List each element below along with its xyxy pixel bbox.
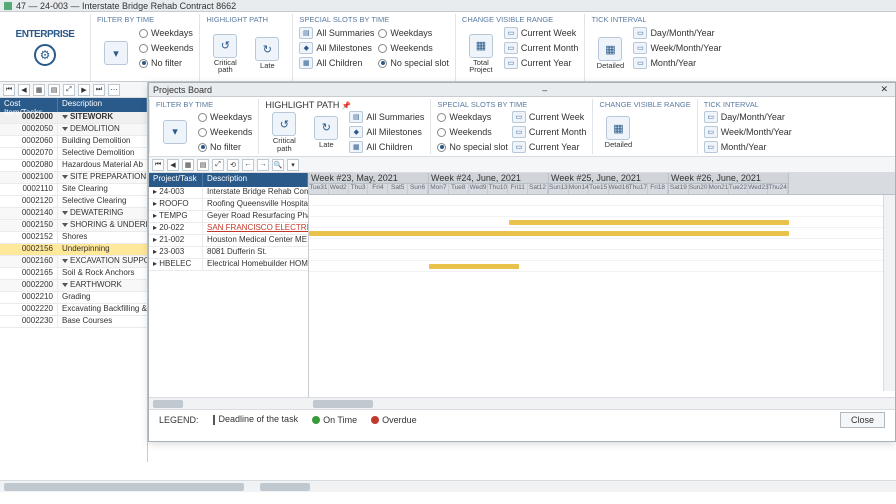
slot-weekends[interactable]: Weekends [378,41,449,55]
slot-milestones[interactable]: ◆All Milestones [299,41,374,55]
cost-item-row[interactable]: 0002210Grading [0,292,147,304]
ribbon-highlight-path: HIGHLIGHT PATH ↺Critical path ↻Late [199,14,292,81]
tb-more[interactable]: ⋯ [108,84,120,96]
tick-my[interactable]: ▭Month/Year [633,56,721,70]
project-row[interactable]: ▸ HBELECElectrical Homebuilder HOM [149,259,308,271]
legend-ontime: On Time [312,415,357,425]
cost-item-row[interactable]: 0002000SITEWORK [0,112,147,124]
ribbon-tick-interval: TICK INTERVAL ▦Detailed ▭Day/Month/Year … [584,14,727,81]
cost-item-row[interactable]: 0002200EARTHWORK [0,280,147,292]
projects-board-titlebar[interactable]: Projects Board – ✕ [149,83,895,97]
board-filter-button[interactable]: ▾ [156,110,194,154]
board-critical[interactable]: ↺Critical path [265,110,303,154]
window-title: 47 — 24-003 — Interstate Bridge Rehab Co… [16,1,236,11]
project-row[interactable]: ▸ ROOFORoofing Queensville Hospita [149,199,308,211]
cost-item-row[interactable]: 0002152Shores [0,232,147,244]
slot-summaries[interactable]: ▤All Summaries [299,26,374,40]
close-icon[interactable]: ✕ [877,84,891,95]
project-row[interactable]: ▸ 24-003Interstate Bridge Rehab Con [149,187,308,199]
slot-children[interactable]: ▦All Children [299,56,374,70]
total-project-button[interactable]: ▦Total Project [462,26,500,81]
projects-board-window: Projects Board – ✕ FILTER BY TIME ▾ Week… [148,82,896,442]
cost-item-row[interactable]: 0002120Selective Clearing [0,196,147,208]
tb-first[interactable]: ⏮ [3,84,15,96]
project-row[interactable]: ▸ 23-0038081 Dufferin St. [149,247,308,259]
detailed-button[interactable]: ▦Detailed [591,26,629,81]
cost-item-row[interactable]: 0002110Site Clearing [0,184,147,196]
slot-none[interactable]: No special slot [378,56,449,70]
tb-prev[interactable]: ◀ [18,84,30,96]
board-ribbon: FILTER BY TIME ▾ Weekdays Weekends No fi… [149,97,895,157]
brand-logo: ENTERPRISE [16,29,75,40]
filter-weekends[interactable]: Weekends [139,41,193,55]
cost-item-row[interactable]: 0002160EXCAVATION SUPPORT SY [0,256,147,268]
left-toolbar: ⏮ ◀ ▦ ▤ ⤢ ▶ ⏭ ⋯ [0,82,147,98]
ribbon-visible-range: CHANGE VISIBLE RANGE ▦Total Project ▭Cur… [455,14,585,81]
filter-weekdays[interactable]: Weekdays [139,26,193,40]
tb-zoom[interactable]: ⤢ [63,84,75,96]
range-week[interactable]: ▭Current Week [504,26,579,40]
tick-dmy[interactable]: ▭Day/Month/Year [633,26,721,40]
cost-item-row[interactable]: 0002156Underpinning [0,244,147,256]
board-gantt-hscroll[interactable] [309,397,895,409]
board-late[interactable]: ↻Late [307,110,345,154]
cost-item-row[interactable]: 0002220Excavating Backfilling & [0,304,147,316]
brand-block: ENTERPRISE ⚙ [0,14,90,81]
filter-none[interactable]: No filter [139,56,193,70]
board-toolbar: ⏮◀ ▦▤ ⤢⟲ ←→ 🔍▾ [149,157,895,173]
ribbon-filter-by-time: FILTER BY TIME ▾ Weekdays Weekends No fi… [90,14,199,81]
board-detailed[interactable]: ▦Detailed [599,111,637,154]
gear-icon[interactable]: ⚙ [34,44,56,66]
cost-item-row[interactable]: 0002165Soil & Rock Anchors [0,268,147,280]
project-row[interactable]: ▸ 21-002Houston Medical Center ME [149,235,308,247]
legend-overdue: Overdue [371,415,417,425]
app-icon [4,2,12,10]
board-body: Project/TaskDescription ▸ 24-003Intersta… [149,173,895,403]
cost-item-row[interactable]: 0002100SITE PREPARATION [0,172,147,184]
filter-funnel-button[interactable]: ▾ [97,26,135,81]
project-row[interactable]: ▸ TEMPGGeyer Road Resurfacing Pha [149,211,308,223]
cost-item-row[interactable]: 0002060Building Demolition [0,136,147,148]
project-row[interactable]: ▸ 20-022SAN FRANCISCO ELECTRICA [149,223,308,235]
minimize-icon[interactable]: – [539,85,550,95]
close-button[interactable]: Close [840,412,885,428]
board-grid-hscroll[interactable] [149,397,309,409]
tb-last[interactable]: ⏭ [93,84,105,96]
critical-path-button[interactable]: ↺Critical path [206,26,244,81]
range-year[interactable]: ▭Current Year [504,56,579,70]
cost-item-row[interactable]: 0002140DEWATERING [0,208,147,220]
cost-item-row[interactable]: 0002050DEMOLITION [0,124,147,136]
slot-weekdays[interactable]: Weekdays [378,26,449,40]
cost-item-row[interactable]: 0002230Base Courses [0,316,147,328]
main-ribbon: ENTERPRISE ⚙ FILTER BY TIME ▾ Weekdays W… [0,12,896,82]
tb-grid1[interactable]: ▦ [33,84,45,96]
board-grid: Project/TaskDescription ▸ 24-003Intersta… [149,173,309,403]
cost-item-row[interactable]: 0002150SHORING & UNDERPINN [0,220,147,232]
gantt-vscroll[interactable] [883,195,895,391]
tb-next[interactable]: ▶ [78,84,90,96]
left-grid-header: Cost Item/Tasks Description [0,98,147,112]
left-pane: ⏮ ◀ ▦ ▤ ⤢ ▶ ⏭ ⋯ Cost Item/Tasks Descript… [0,82,148,462]
left-grid-body: 0002000SITEWORK0002050DEMOLITION0002060B… [0,112,147,328]
cost-item-row[interactable]: 0002080Hazardous Material Ab [0,160,147,172]
board-legend: LEGEND: Deadline of the task On Time Ove… [149,409,895,429]
legend-deadline: Deadline of the task [213,414,299,425]
cost-item-row[interactable]: 0002070Selective Demolition [0,148,147,160]
tick-wmy[interactable]: ▭Week/Month/Year [633,41,721,55]
ribbon-special-slots: SPECIAL SLOTS BY TIME ▤All Summaries ◆Al… [292,14,455,81]
late-button[interactable]: ↻Late [248,26,286,81]
main-area: Week #37, September, 2021Mon6Tue7Wed8 ⏮ … [0,82,896,492]
main-hscroll[interactable] [0,480,896,492]
board-gantt[interactable]: Week #23, May, 2021Tue31Wed2Thu3Fri4Sat5… [309,173,895,403]
tb-grid2[interactable]: ▤ [48,84,60,96]
app-titlebar: 47 — 24-003 — Interstate Bridge Rehab Co… [0,0,896,12]
range-month[interactable]: ▭Current Month [504,41,579,55]
